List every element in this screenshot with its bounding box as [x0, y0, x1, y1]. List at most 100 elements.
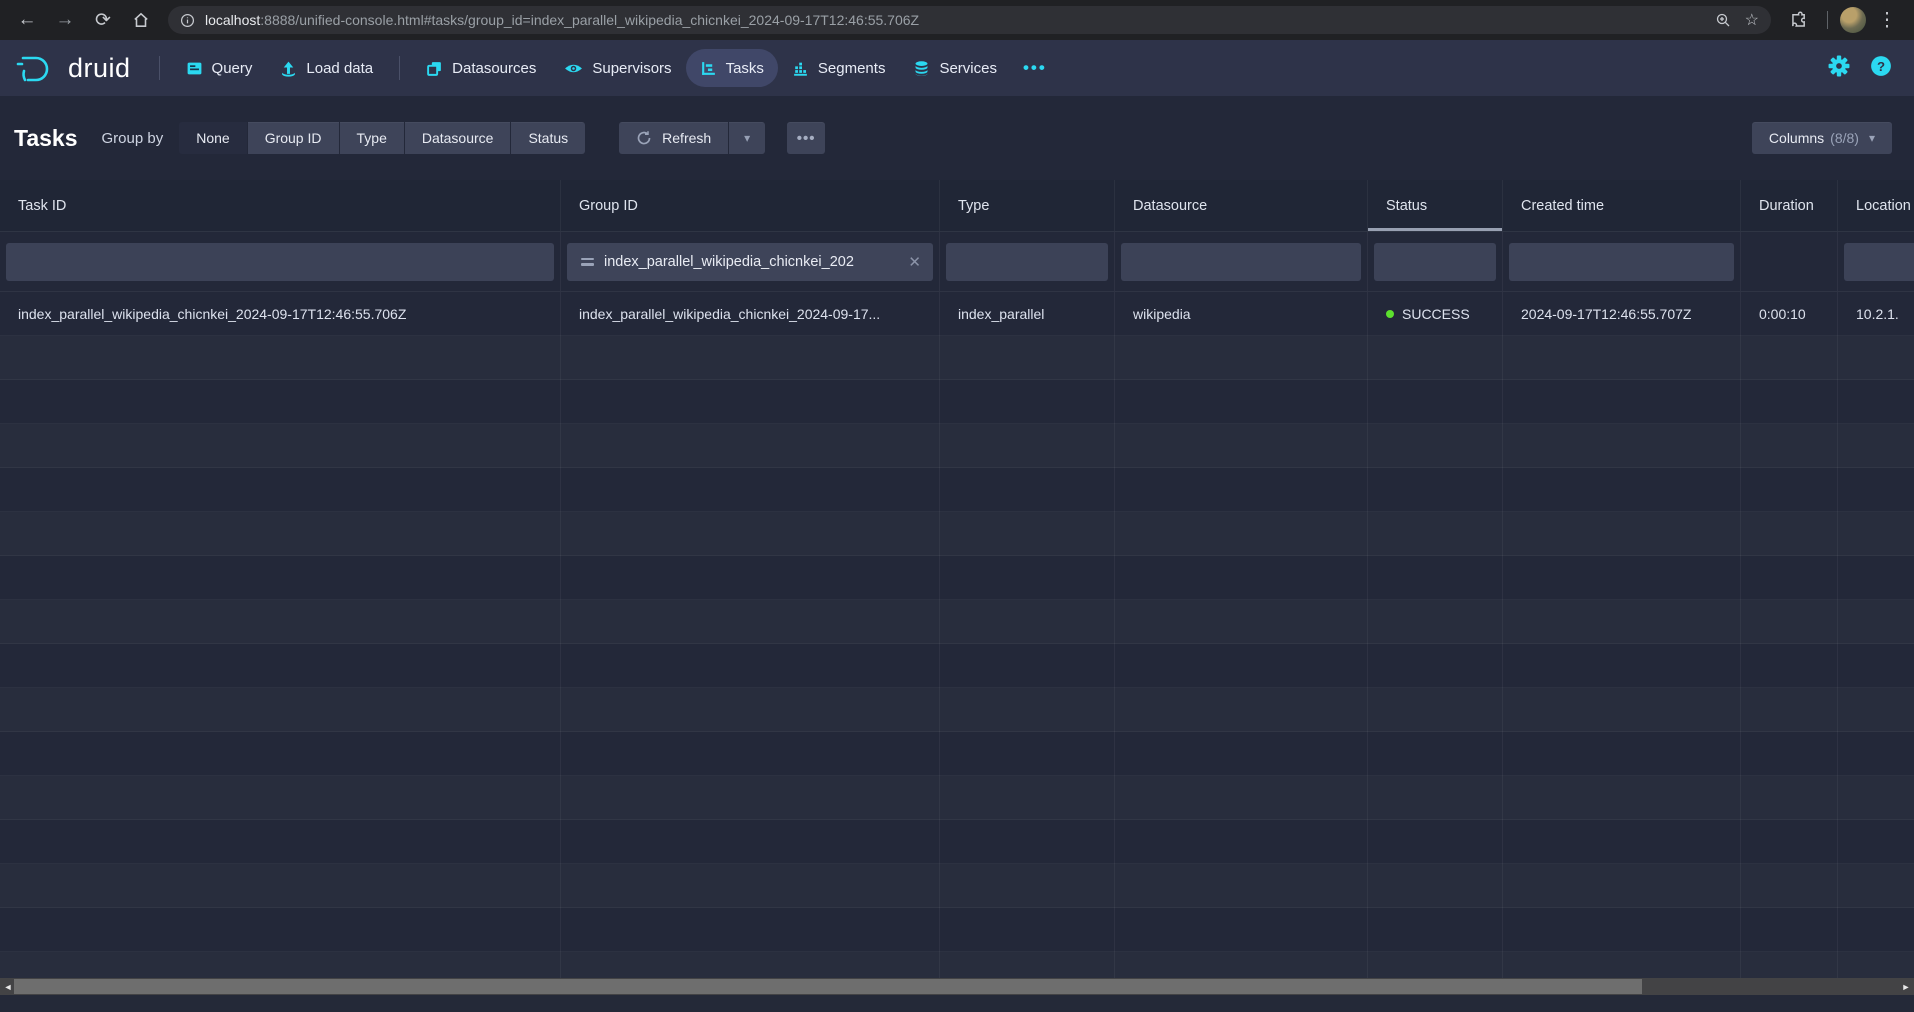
nav-item-supervisors[interactable]: Supervisors [550, 49, 685, 87]
empty-cell [1741, 556, 1838, 600]
status-text: SUCCESS [1402, 306, 1470, 322]
empty-cell [1838, 908, 1914, 952]
cell-task-id[interactable]: index_parallel_wikipedia_chicnkei_2024-0… [0, 292, 561, 336]
group-by-type-button[interactable]: Type [340, 122, 404, 154]
empty-row [0, 952, 1914, 978]
cell-datasource[interactable]: wikipedia [1115, 292, 1368, 336]
profile-avatar[interactable] [1840, 7, 1866, 33]
col-header-status[interactable]: Status [1368, 180, 1503, 231]
group-by-none-button[interactable]: None [179, 122, 246, 154]
druid-logo-text: druid [68, 53, 131, 84]
empty-cell [1503, 336, 1741, 380]
col-header-task-id[interactable]: Task ID [0, 180, 561, 231]
druid-logo[interactable]: druid [14, 51, 131, 85]
extensions-puzzle-icon[interactable] [1781, 5, 1815, 35]
cell-location[interactable]: 10.2.1. [1838, 292, 1914, 336]
settings-gear-icon[interactable] [1828, 55, 1850, 82]
zoom-page-icon[interactable] [1715, 12, 1731, 28]
nav-item-services[interactable]: Services [899, 49, 1011, 87]
col-header-location[interactable]: Location [1838, 180, 1914, 231]
chrome-separator [1827, 11, 1828, 29]
col-header-group-id[interactable]: Group ID [561, 180, 940, 231]
empty-cell [1838, 732, 1914, 776]
refresh-button[interactable]: Refresh [619, 122, 728, 154]
scrollbar-thumb[interactable] [14, 979, 1642, 994]
svg-text:?: ? [1877, 58, 1885, 73]
empty-cell [1503, 864, 1741, 908]
forward-icon[interactable]: → [48, 5, 82, 35]
more-actions-button[interactable]: ••• [787, 122, 825, 154]
columns-button[interactable]: Columns (8/8) ▾ [1752, 122, 1892, 154]
group-by-status-button[interactable]: Status [511, 122, 585, 154]
empty-cell [1838, 952, 1914, 978]
bookmark-star-icon[interactable]: ☆ [1745, 10, 1759, 30]
empty-cell [1368, 688, 1503, 732]
empty-cell [940, 952, 1115, 978]
task-row[interactable]: index_parallel_wikipedia_chicnkei_2024-0… [0, 292, 1914, 336]
chrome-menu-icon[interactable]: ⋮ [1870, 5, 1904, 35]
nav-item-load-data[interactable]: Load data [266, 49, 387, 87]
empty-cell [1368, 732, 1503, 776]
col-header-created-time[interactable]: Created time [1503, 180, 1741, 231]
remove-filter-icon[interactable]: ✕ [906, 253, 923, 271]
sort-indicator [1368, 228, 1502, 231]
filter-input-created-time[interactable] [1509, 243, 1734, 281]
load-data-icon [280, 60, 297, 77]
empty-row [0, 424, 1914, 468]
nav-item-datasources[interactable]: Datasources [412, 49, 550, 87]
nav-label: Tasks [726, 60, 764, 77]
empty-cell [1503, 644, 1741, 688]
scroll-right-arrow-icon[interactable]: ► [1898, 978, 1914, 995]
cell-created-time[interactable]: 2024-09-17T12:46:55.707Z [1503, 292, 1741, 336]
site-info-icon[interactable] [180, 13, 195, 28]
empty-cell [940, 908, 1115, 952]
empty-row [0, 644, 1914, 688]
empty-cell [940, 380, 1115, 424]
help-icon[interactable]: ? [1870, 55, 1892, 82]
empty-cell [940, 468, 1115, 512]
nav-item-tasks[interactable]: Tasks [686, 49, 778, 87]
empty-cell [1741, 336, 1838, 380]
nav-item-segments[interactable]: Segments [778, 49, 900, 87]
group-by-group-id-button[interactable]: Group ID [248, 122, 339, 154]
druid-navbar: druid Query Load data Datasources Superv… [0, 40, 1914, 96]
refresh-interval-caret[interactable]: ▾ [729, 122, 765, 154]
nav-item-query[interactable]: Query [172, 49, 267, 87]
empty-cell [1503, 556, 1741, 600]
horizontal-scrollbar[interactable]: ◄ ► [0, 978, 1914, 995]
empty-cell [561, 732, 940, 776]
col-header-duration[interactable]: Duration [1741, 180, 1838, 231]
filter-input-task-id[interactable] [6, 243, 554, 281]
empty-cell [1115, 688, 1368, 732]
filter-input-datasource[interactable] [1121, 243, 1361, 281]
nav-overflow-dots-icon[interactable]: ••• [1011, 58, 1059, 78]
home-icon[interactable] [124, 5, 158, 35]
empty-cell [1503, 380, 1741, 424]
empty-cell [1741, 512, 1838, 556]
cell-type[interactable]: index_parallel [940, 292, 1115, 336]
nav-divider [159, 56, 160, 80]
col-header-type[interactable]: Type [940, 180, 1115, 231]
tasks-gantt-icon [700, 60, 717, 77]
address-bar[interactable]: localhost:8888/unified-console.html#task… [168, 6, 1771, 34]
cell-group-id[interactable]: index_parallel_wikipedia_chicnkei_2024-0… [561, 292, 940, 336]
filter-input-location[interactable] [1844, 243, 1914, 281]
filter-input-status[interactable] [1374, 243, 1496, 281]
group-id-filter-tag[interactable]: index_parallel_wikipedia_chicnkei_202 ✕ [567, 243, 933, 281]
cell-duration[interactable]: 0:00:10 [1741, 292, 1838, 336]
empty-cell [1503, 600, 1741, 644]
table-filter-row: index_parallel_wikipedia_chicnkei_202 ✕ [0, 232, 1914, 292]
col-header-datasource[interactable]: Datasource [1115, 180, 1368, 231]
back-icon[interactable]: ← [10, 5, 44, 35]
filter-input-type[interactable] [946, 243, 1108, 281]
empty-cell [1368, 512, 1503, 556]
empty-row [0, 556, 1914, 600]
empty-cell [561, 600, 940, 644]
empty-cell [1368, 644, 1503, 688]
reload-icon[interactable]: ⟳ [86, 5, 120, 35]
empty-cell [0, 952, 561, 978]
equals-operator-icon [581, 258, 594, 266]
cell-status[interactable]: SUCCESS [1368, 292, 1503, 336]
group-by-datasource-button[interactable]: Datasource [405, 122, 511, 154]
empty-cell [0, 776, 561, 820]
